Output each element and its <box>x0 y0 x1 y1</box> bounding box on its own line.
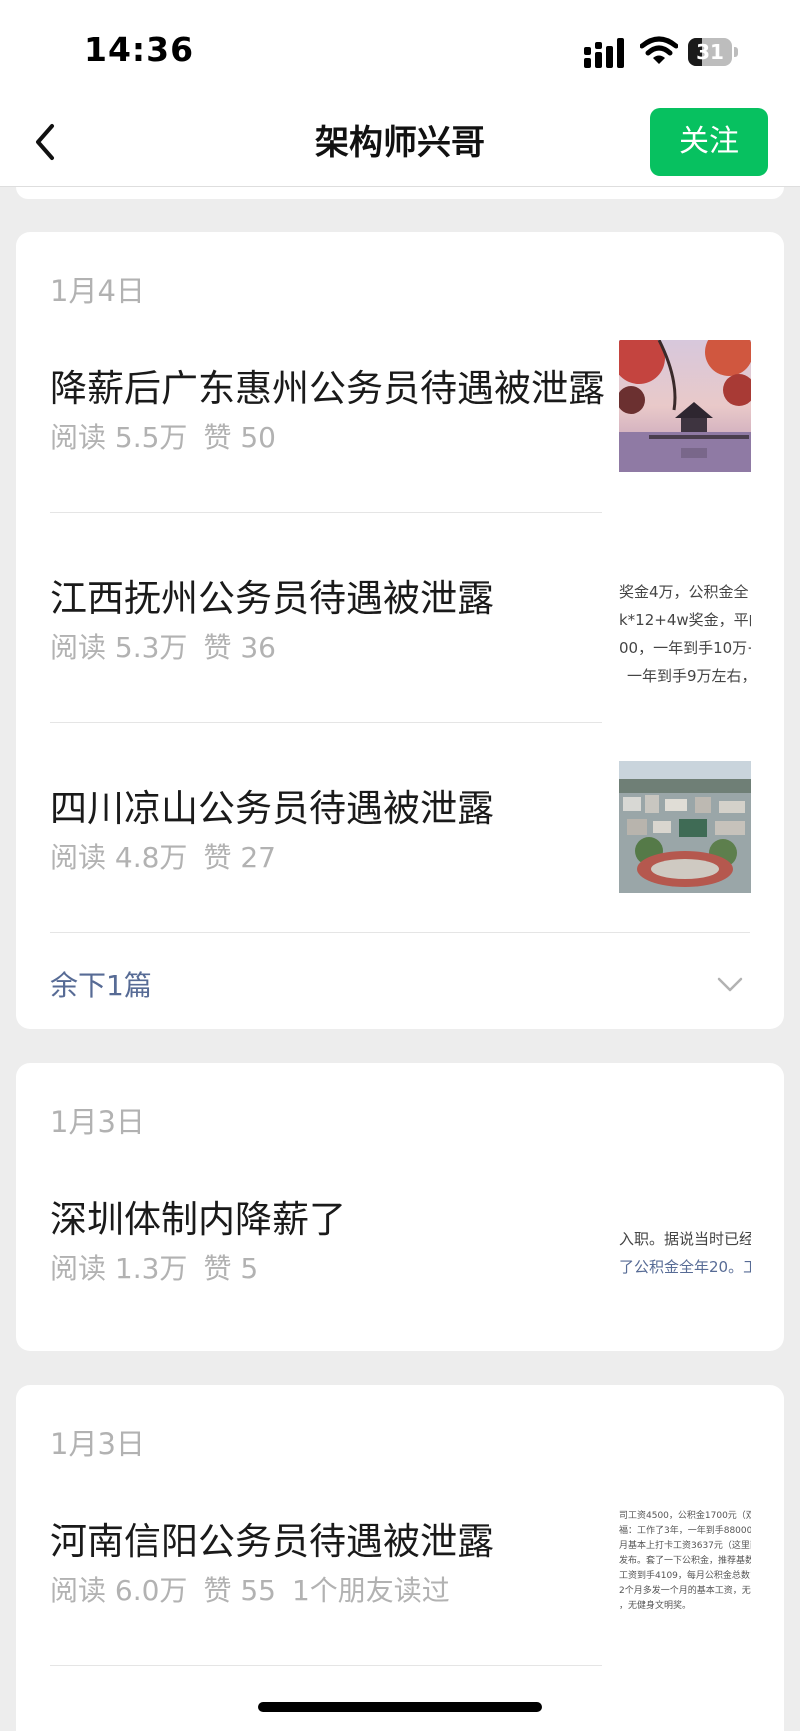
thumbnail-text-line: 月基本上打卡工资3637元（这里面包含一些预缴 <box>619 1541 751 1551</box>
article-meta: 阅读 4.8万赞 27 <box>50 836 292 876</box>
status-time: 14:36 <box>84 30 195 69</box>
article-title[interactable]: 深圳体制内降薪了 <box>50 1189 346 1243</box>
read-count: 阅读 5.5万 <box>50 421 188 454</box>
article-thumbnail[interactable]: 入职。据说当时已经降过 了公积金全年20。工作 <box>619 1225 751 1281</box>
read-count: 阅读 1.3万 <box>50 1252 188 1285</box>
read-count: 阅读 4.8万 <box>50 841 188 874</box>
divider <box>50 722 602 723</box>
status-bar: 14:36 31 <box>0 0 800 100</box>
nav-bar: 架构师兴哥 关注 <box>0 100 800 187</box>
chevron-down-icon[interactable] <box>716 975 744 995</box>
article-title[interactable]: 降薪后广东惠州公务员待遇被泄露 <box>50 358 605 412</box>
like-count: 赞 27 <box>203 841 276 874</box>
article-group-card: 1月3日 深圳体制内降薪了 阅读 1.3万赞 5 入职。据说当时已经降过 了公积… <box>16 1063 784 1351</box>
pavilion-lake-photo[interactable] <box>619 340 751 472</box>
thumbnail-text-line: 工资到手4109，每月公积金总数1160单位560 <box>619 1571 751 1581</box>
group-date: 1月4日 <box>50 274 145 308</box>
thumbnail-text-line: 一年到手9万左右， <box>627 667 751 685</box>
article-group-card: 1月3日 河南信阳公务员待遇被泄露 阅读 6.0万赞 55 1个朋友读过 司工资4… <box>16 1385 784 1731</box>
article-meta: 阅读 5.3万赞 36 <box>50 626 292 666</box>
article-title[interactable]: 四川凉山公务员待遇被泄露 <box>50 778 494 832</box>
thumbnail-text-line: 司工资4500，公积金1700元（双边）年终奖2万， <box>619 1511 751 1521</box>
group-date: 1月3日 <box>50 1105 145 1139</box>
battery-level: 31 <box>696 40 724 64</box>
thumbnail-text-line: ，无健身文明奖。 <box>619 1601 692 1611</box>
thumbnail-text-line: 了公积金全年20。工作 <box>619 1258 751 1276</box>
city-aerial-photo[interactable] <box>619 761 751 893</box>
divider <box>50 1665 602 1666</box>
thumbnail-text-line: 奖金4万，公积金全 <box>619 583 749 601</box>
article-meta: 阅读 1.3万赞 5 <box>50 1247 274 1287</box>
group-date: 1月3日 <box>50 1427 145 1461</box>
thumbnail-text-line: 入职。据说当时已经降过 <box>619 1230 751 1248</box>
like-count: 赞 50 <box>203 421 276 454</box>
thumbnail-text-line: 发布。套了一下公积金，推荐基数4229，看明元 <box>619 1556 751 1566</box>
thumbnail-text-line: k*12+4w奖金，平的 <box>619 611 751 629</box>
show-remaining-link[interactable]: 余下1篇 <box>50 964 152 1004</box>
previous-card-edge <box>16 187 784 199</box>
read-count: 阅读 5.3万 <box>50 631 188 664</box>
article-meta: 阅读 6.0万赞 55 1个朋友读过 <box>50 1569 466 1609</box>
thumbnail-text-line: 00，一年到手10万+ <box>619 639 751 657</box>
divider <box>50 932 750 933</box>
article-title[interactable]: 江西抚州公务员待遇被泄露 <box>50 568 494 622</box>
article-meta: 阅读 5.5万赞 50 <box>50 416 292 456</box>
divider <box>50 512 602 513</box>
article-title[interactable]: 河南信阳公务员待遇被泄露 <box>50 1511 494 1565</box>
cellular-signal-icon <box>584 38 624 68</box>
home-indicator[interactable] <box>258 1702 542 1712</box>
wifi-icon <box>640 36 678 64</box>
like-count: 赞 5 <box>203 1252 259 1285</box>
article-thumbnail[interactable]: 奖金4万，公积金全 k*12+4w奖金，平的 00，一年到手10万+ 一年到手9… <box>619 578 751 690</box>
read-count: 阅读 6.0万 <box>50 1574 188 1607</box>
thumbnail-text-line: 2个月多发一个月的基本工资，无年终奖，在职补 <box>619 1586 751 1596</box>
article-thumbnail[interactable]: 司工资4500，公积金1700元（双边）年终奖2万， 福：工作了3年，一年到手8… <box>619 1509 751 1621</box>
article-group-card: 1月4日 降薪后广东惠州公务员待遇被泄露 阅读 5.5万赞 50 江西抚州公务员… <box>16 232 784 1029</box>
follow-button[interactable]: 关注 <box>650 108 768 176</box>
friends-read: 1个朋友读过 <box>291 1574 450 1607</box>
like-count: 赞 36 <box>203 631 276 664</box>
thumbnail-text-line: 福：工作了3年，一年到手88000左右。 <box>619 1526 751 1536</box>
battery-icon: 31 <box>688 38 738 66</box>
like-count: 赞 55 <box>203 1574 276 1607</box>
